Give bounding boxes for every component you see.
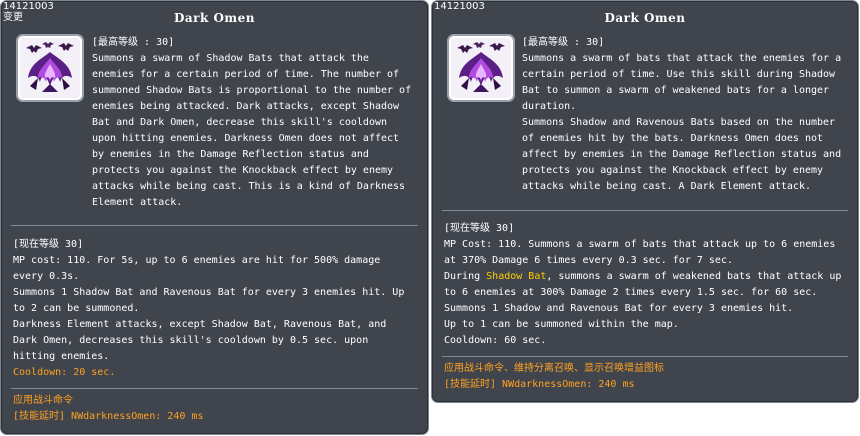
skill-icon-frame (16, 34, 84, 102)
max-level-label: [最高等级 : 30] (92, 37, 175, 48)
dark-omen-skill-icon (20, 38, 80, 98)
skill-tooltip-right: 14121003 Dark Omen [最高等级 : 30] Summons a… (431, 0, 859, 403)
max-level-label: [最高等级 : 30] (522, 37, 605, 48)
current-level-block: [现在等级 30] MP Cost: 110. Summons a swarm … (444, 221, 849, 349)
command-note: 应用战斗命令、维持分离召唤、显示召唤增益图标 (444, 363, 664, 374)
divider (11, 225, 418, 226)
shadow-bat-highlight: Shadow Bat (486, 271, 547, 282)
divider (442, 356, 848, 357)
divider (442, 210, 848, 211)
divider (11, 388, 418, 389)
level-effect-text: MP Cost: 110. Summons a swarm of bats th… (444, 239, 836, 266)
current-level-label: [现在等级 30] (13, 239, 84, 250)
cooldown-text: Cooldown: 20 sec. (13, 367, 116, 378)
skill-description: [最高等级 : 30] Summons a swarm of Shadow Ba… (92, 35, 422, 211)
skill-title: Dark Omen (173, 11, 255, 25)
skill-title: Dark Omen (604, 11, 686, 25)
current-level-label: [现在等级 30] (444, 223, 515, 234)
dark-omen-skill-icon (451, 38, 511, 98)
description-text: Summons a swarm of bats that attack the … (522, 53, 842, 192)
skill-tooltip-left: 14121003 变更 Dark Omen [最高等级 : 30] Summon… (0, 0, 429, 435)
command-note: 应用战斗命令 (13, 395, 73, 406)
level-effect-text: During (444, 271, 487, 282)
skill-delay-note: [技能延时] NWdarknessOmen: 240 ms (444, 379, 635, 390)
current-level-block: [现在等级 30] MP cost: 110. For 5s, up to 6 … (13, 237, 418, 381)
skill-description: [最高等级 : 30] Summons a swarm of bats that… (522, 35, 852, 195)
level-effect-text: , summons a swarm of weakened bats that … (444, 271, 842, 346)
level-effect-text: MP cost: 110. For 5s, up to 6 enemies ar… (13, 255, 405, 362)
description-text: Summons a swarm of Shadow Bats that atta… (92, 53, 412, 208)
skill-delay-note: [技能延时] NWdarknessOmen: 240 ms (13, 411, 204, 422)
skill-icon-frame (447, 34, 515, 102)
